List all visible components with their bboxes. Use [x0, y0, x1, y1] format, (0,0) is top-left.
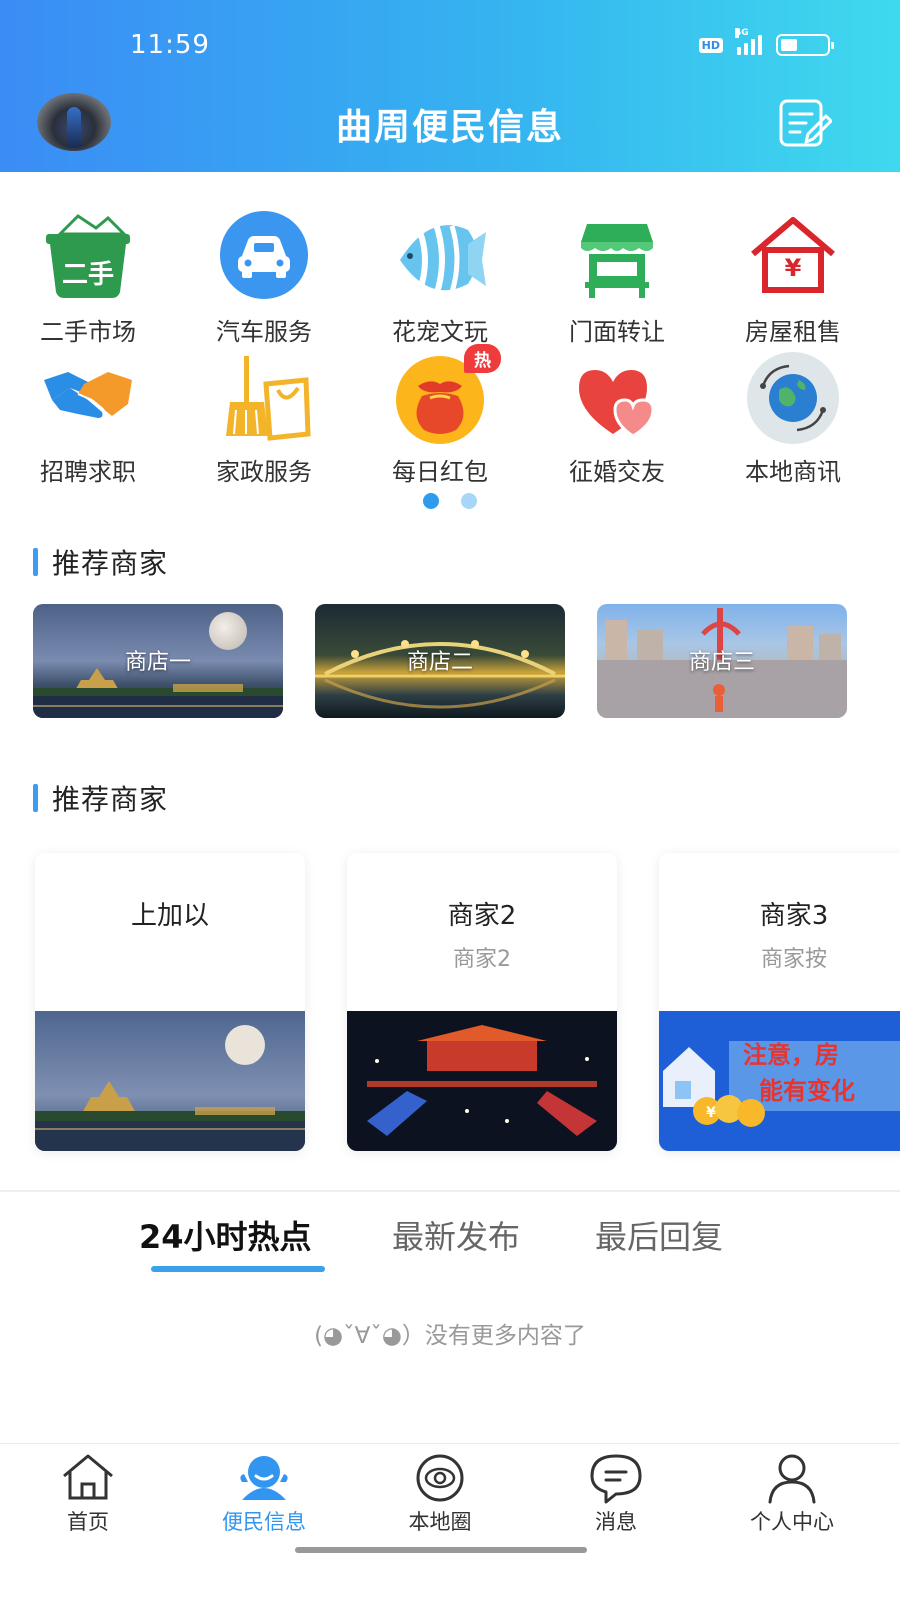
svg-text:¥: ¥ [785, 254, 802, 282]
shop-banner-1[interactable]: 商店一 [33, 604, 283, 718]
category-label: 花宠文玩 [392, 318, 488, 346]
nav-label: 本地圈 [408, 1510, 472, 1534]
shop-name: 商店三 [688, 650, 755, 675]
merchant-card-3[interactable]: 商家3 商家按 ¥ 注意，房 能有变化 [659, 853, 900, 1151]
merchant-title: 商家2 [447, 901, 517, 931]
nav-profile[interactable]: 个人中心 [717, 1452, 867, 1536]
category-pager [0, 493, 900, 509]
category-label: 征婚交友 [569, 458, 665, 486]
nav-local-circle[interactable]: 本地圈 [365, 1452, 515, 1536]
shop-banner-2[interactable]: 商店二 [315, 604, 565, 718]
merchant-subtitle: 商家2 [453, 947, 511, 972]
merchants-section-heading: 推荐商家 [33, 778, 168, 818]
active-tab-indicator [151, 1266, 325, 1272]
category-recruitment[interactable]: 招聘求职 [18, 350, 158, 486]
category-label: 汽车服务 [216, 318, 312, 346]
battery-icon [776, 34, 834, 56]
pager-dot-1[interactable] [423, 493, 439, 509]
shop-name: 商店二 [406, 650, 473, 675]
category-label: 每日红包 [392, 458, 488, 486]
home-indicator[interactable] [295, 1547, 587, 1553]
category-label: 二手市场 [40, 318, 136, 346]
shop-banner-3[interactable]: 商店三 [597, 604, 847, 718]
page-title: 曲周便民信息 [335, 107, 564, 148]
category-local-news[interactable]: 本地商讯 [723, 350, 863, 486]
house-yuan-icon: ¥ [751, 217, 835, 293]
tab-latest[interactable]: 最新发布 [392, 1212, 520, 1258]
merchant-title: 商家3 [759, 901, 829, 931]
fish-icon [400, 223, 486, 297]
hd-icon: HD [698, 37, 723, 53]
nav-messages[interactable]: 消息 [541, 1452, 691, 1536]
globe-icon [747, 352, 839, 444]
chat-bubble-icon [590, 1454, 642, 1504]
planet-icon [416, 1454, 464, 1502]
category-house-rental[interactable]: ¥ 房屋租售 [723, 210, 863, 346]
merchant-image: ¥ 注意，房 能有变化 [659, 1011, 900, 1151]
section-accent-bar [33, 548, 38, 576]
svg-text:注意，房: 注意，房 [743, 1041, 839, 1069]
secondhand-basket-icon: 二手 [46, 214, 130, 298]
section-title: 推荐商家 [52, 783, 169, 816]
category-label: 本地商讯 [745, 458, 841, 486]
nav-label: 便民信息 [222, 1510, 306, 1534]
storefront-icon [581, 224, 653, 298]
nav-service-info[interactable]: 便民信息 [189, 1452, 339, 1536]
status-icons: HD 4G [698, 28, 834, 56]
category-dating[interactable]: 征婚交友 [547, 350, 687, 486]
category-daily-redpacket[interactable]: 热 每日红包 [370, 344, 510, 486]
merchant-title: 上加以 [130, 901, 209, 931]
category-label: 门面转让 [569, 318, 665, 346]
category-car-service[interactable]: 汽车服务 [194, 210, 334, 346]
hearts-icon [579, 370, 655, 438]
tab-24h-hot[interactable]: 24小时热点 [139, 1212, 312, 1258]
nav-home[interactable]: 首页 [13, 1452, 163, 1536]
shop-name: 商店一 [124, 650, 191, 675]
category-pets-collectibles[interactable]: 花宠文玩 [370, 210, 510, 346]
edit-post-button[interactable] [778, 98, 833, 148]
merchant-image [347, 1011, 617, 1151]
section-divider [0, 1190, 900, 1192]
merchant-subtitle: 商家按 [760, 947, 827, 972]
section-title: 推荐商家 [52, 547, 169, 580]
category-label: 家政服务 [216, 458, 312, 486]
person-icon [768, 1454, 816, 1504]
network-type: 4G [735, 28, 749, 38]
merchant-image [35, 1011, 305, 1151]
merchant-card-1[interactable]: 上加以 [35, 853, 305, 1151]
home-icon [63, 1454, 113, 1500]
hot-badge: 热 [464, 344, 501, 373]
bottom-nav: 首页 便民信息 本地圈 消息 个人中心 [0, 1443, 900, 1600]
empty-feed-message: (◕ˇ∀ˇ◕）没有更多内容了 [314, 1323, 586, 1349]
section-accent-bar [33, 784, 38, 812]
nav-label: 个人中心 [750, 1510, 834, 1534]
app-header: 11:59 HD 4G 曲周便民信息 [0, 0, 900, 172]
category-housekeeping[interactable]: 家政服务 [194, 350, 334, 486]
signal-icon: 4G [735, 28, 762, 55]
service-person-icon [240, 1456, 288, 1500]
nav-label: 消息 [595, 1510, 637, 1534]
pager-dot-2[interactable] [461, 493, 477, 509]
svg-text:二手: 二手 [62, 260, 114, 290]
status-time: 11:59 [130, 30, 210, 60]
merchant-card-2[interactable]: 商家2 商家2 [347, 853, 617, 1151]
shops-section-heading: 推荐商家 [33, 542, 168, 582]
category-secondhand[interactable]: 二手 二手市场 [18, 210, 158, 346]
category-storefront-transfer[interactable]: 门面转让 [547, 210, 687, 346]
tab-last-reply[interactable]: 最后回复 [595, 1212, 723, 1258]
category-label: 招聘求职 [40, 458, 136, 486]
nav-label: 首页 [67, 1510, 109, 1534]
car-icon [220, 211, 308, 299]
handshake-icon [44, 372, 132, 418]
category-label: 房屋租售 [745, 318, 841, 346]
edit-icon [779, 99, 833, 147]
broom-bag-icon [226, 356, 311, 441]
battery-level [781, 39, 797, 51]
svg-text:¥: ¥ [706, 1105, 716, 1121]
svg-text:能有变化: 能有变化 [759, 1077, 855, 1105]
